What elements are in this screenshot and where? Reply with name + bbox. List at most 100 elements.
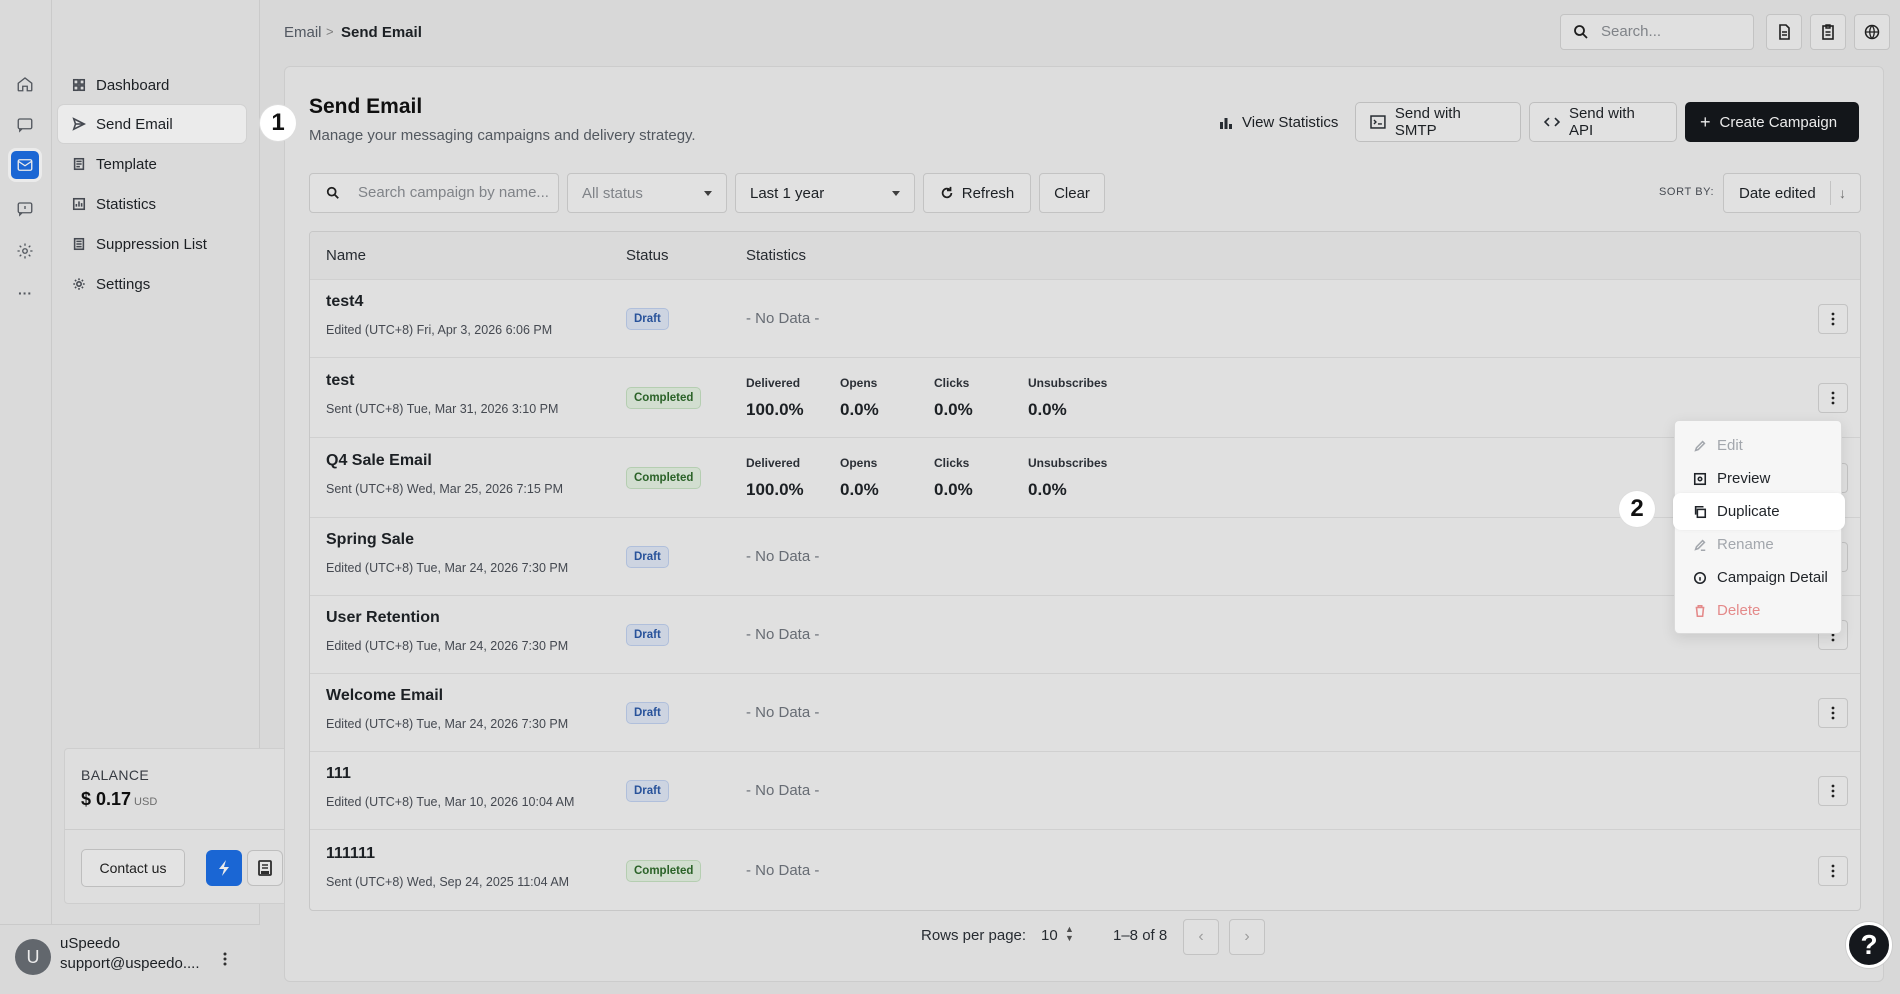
menu-item-preview[interactable]: Preview bbox=[1675, 462, 1843, 495]
more-vertical-icon bbox=[1831, 784, 1835, 798]
campaign-name[interactable]: Spring Sale bbox=[326, 531, 414, 549]
global-search[interactable] bbox=[1560, 14, 1754, 50]
more-vertical-icon[interactable] bbox=[218, 949, 232, 969]
terminal-icon bbox=[1370, 115, 1386, 129]
chat-icon[interactable] bbox=[10, 110, 40, 140]
table-row[interactable]: 111111 Sent (UTC+8) Wed, Sep 24, 2025 11:… bbox=[310, 830, 1860, 910]
home-icon[interactable] bbox=[10, 69, 40, 99]
view-statistics-button[interactable]: View Statistics bbox=[1205, 102, 1352, 142]
next-page-button[interactable]: › bbox=[1229, 919, 1265, 955]
table-row[interactable]: 111 Edited (UTC+8) Tue, Mar 10, 2026 10:0… bbox=[310, 752, 1860, 830]
row-actions-button[interactable] bbox=[1818, 776, 1848, 806]
pencil-icon bbox=[1694, 440, 1706, 452]
avatar[interactable]: U bbox=[15, 939, 51, 975]
icon-rail: ··· bbox=[0, 0, 52, 994]
menu-item-campaign-detail[interactable]: Campaign Detail bbox=[1675, 561, 1843, 594]
balance-value: $ 0.17 bbox=[81, 789, 132, 809]
clipboard-icon[interactable] bbox=[1810, 14, 1846, 50]
campaign-name[interactable]: 111 bbox=[326, 765, 351, 783]
user-profile[interactable]: U uSpeedo support@uspeedo.... bbox=[0, 924, 260, 994]
row-actions-button[interactable] bbox=[1818, 304, 1848, 334]
search-input[interactable] bbox=[1601, 23, 1741, 40]
row-actions-button[interactable] bbox=[1818, 698, 1848, 728]
table-row[interactable]: test4 Edited (UTC+8) Fri, Apr 3, 2026 6:0… bbox=[310, 280, 1860, 358]
row-actions-button[interactable] bbox=[1818, 383, 1848, 413]
campaign-search-input[interactable] bbox=[358, 184, 548, 201]
sidebar-item-suppression-list[interactable]: Suppression List bbox=[58, 225, 246, 263]
no-data-text: - No Data - bbox=[746, 310, 820, 327]
table-row[interactable]: User Retention Edited (UTC+8) Tue, Mar 24… bbox=[310, 596, 1860, 674]
campaign-name[interactable]: Welcome Email bbox=[326, 687, 443, 705]
sidebar-item-label: Template bbox=[96, 155, 157, 173]
sidebar-item-label: Settings bbox=[96, 275, 151, 293]
menu-item-edit[interactable]: Edit bbox=[1675, 429, 1843, 462]
stat-label: Opens bbox=[840, 376, 878, 390]
menu-item-label: Duplicate bbox=[1717, 503, 1780, 520]
status-select-value: All status bbox=[582, 184, 643, 202]
campaign-name[interactable]: test bbox=[326, 372, 354, 390]
campaign-meta: Sent (UTC+8) Wed, Mar 25, 2026 7:15 PM bbox=[326, 482, 564, 496]
more-icon[interactable]: ··· bbox=[10, 278, 40, 308]
table-row[interactable]: Spring Sale Edited (UTC+8) Tue, Mar 24, 2… bbox=[310, 518, 1860, 596]
send-icon bbox=[72, 117, 86, 131]
sidebar-item-label: Statistics bbox=[96, 195, 157, 213]
plus-icon: + bbox=[1700, 111, 1711, 132]
caret-down-icon bbox=[892, 191, 900, 196]
gear-icon[interactable] bbox=[10, 236, 40, 266]
rows-per-page-select[interactable]: 10 bbox=[1041, 927, 1058, 944]
send-with-api-button[interactable]: Send with API bbox=[1529, 102, 1677, 142]
campaign-name[interactable]: 111111 bbox=[326, 845, 375, 863]
create-campaign-button[interactable]: + Create Campaign bbox=[1685, 102, 1859, 142]
globe-icon[interactable] bbox=[1854, 14, 1890, 50]
document-icon[interactable] bbox=[1766, 14, 1802, 50]
sidebar-item-send-email[interactable]: Send Email bbox=[58, 105, 246, 143]
sidebar-item-settings[interactable]: Settings bbox=[58, 265, 246, 303]
status-badge: Draft bbox=[626, 624, 669, 646]
gear-icon bbox=[73, 278, 85, 290]
no-data-text: - No Data - bbox=[746, 704, 820, 721]
arrow-down-icon[interactable]: ↓ bbox=[1830, 181, 1854, 205]
campaign-name[interactable]: User Retention bbox=[326, 609, 440, 627]
menu-item-label: Edit bbox=[1717, 437, 1743, 454]
more-vertical-icon bbox=[1831, 864, 1835, 878]
refresh-button[interactable]: Refresh bbox=[923, 173, 1031, 213]
menu-item-rename[interactable]: Rename bbox=[1675, 528, 1843, 561]
caret-down-icon bbox=[704, 191, 712, 196]
feedback-icon[interactable] bbox=[10, 194, 40, 224]
status-badge: Draft bbox=[626, 702, 669, 724]
row-actions-button[interactable] bbox=[1818, 856, 1848, 886]
prev-page-button[interactable]: ‹ bbox=[1183, 919, 1219, 955]
bar-chart-icon bbox=[1220, 118, 1232, 129]
book-icon[interactable] bbox=[247, 850, 283, 886]
breadcrumb-email[interactable]: Email bbox=[284, 24, 322, 41]
updown-icon[interactable]: ▲ ▼ bbox=[1065, 925, 1074, 943]
sidebar-item-template[interactable]: Template bbox=[58, 145, 246, 183]
breadcrumb-current: Send Email bbox=[341, 24, 422, 41]
mail-icon[interactable] bbox=[8, 148, 42, 182]
campaign-name[interactable]: test4 bbox=[326, 293, 363, 311]
menu-item-delete[interactable]: Delete bbox=[1675, 594, 1843, 627]
sidebar-item-dashboard[interactable]: Dashboard bbox=[58, 66, 246, 104]
stat-value: 0.0% bbox=[934, 400, 973, 419]
bolt-icon[interactable] bbox=[206, 850, 242, 886]
status-select[interactable]: All status bbox=[567, 173, 727, 213]
stat-value: 0.0% bbox=[1028, 400, 1067, 419]
table-header: Name Status Statistics bbox=[310, 232, 1860, 280]
stat-value: 100.0% bbox=[746, 400, 804, 419]
table-row[interactable]: test Sent (UTC+8) Tue, Mar 31, 2026 3:10 … bbox=[310, 358, 1860, 438]
campaign-name[interactable]: Q4 Sale Email bbox=[326, 452, 432, 470]
table-row[interactable]: Welcome Email Edited (UTC+8) Tue, Mar 24,… bbox=[310, 674, 1860, 752]
sidebar-item-statistics[interactable]: Statistics bbox=[58, 185, 246, 223]
contact-us-button[interactable]: Contact us bbox=[81, 849, 185, 887]
campaign-search[interactable] bbox=[309, 173, 559, 213]
clear-button[interactable]: Clear bbox=[1039, 173, 1105, 213]
grid-icon bbox=[72, 78, 86, 92]
sort-by-select[interactable]: Date edited ↓ bbox=[1723, 173, 1861, 213]
more-vertical-icon bbox=[1831, 391, 1835, 405]
send-with-smtp-button[interactable]: Send with SMTP bbox=[1355, 102, 1521, 142]
menu-item-duplicate[interactable]: Duplicate bbox=[1675, 495, 1843, 528]
period-select[interactable]: Last 1 year bbox=[735, 173, 915, 213]
stat-label: Unsubscribes bbox=[1028, 376, 1108, 390]
sidebar-item-label: Dashboard bbox=[96, 76, 170, 94]
help-button[interactable]: ? bbox=[1846, 922, 1892, 968]
